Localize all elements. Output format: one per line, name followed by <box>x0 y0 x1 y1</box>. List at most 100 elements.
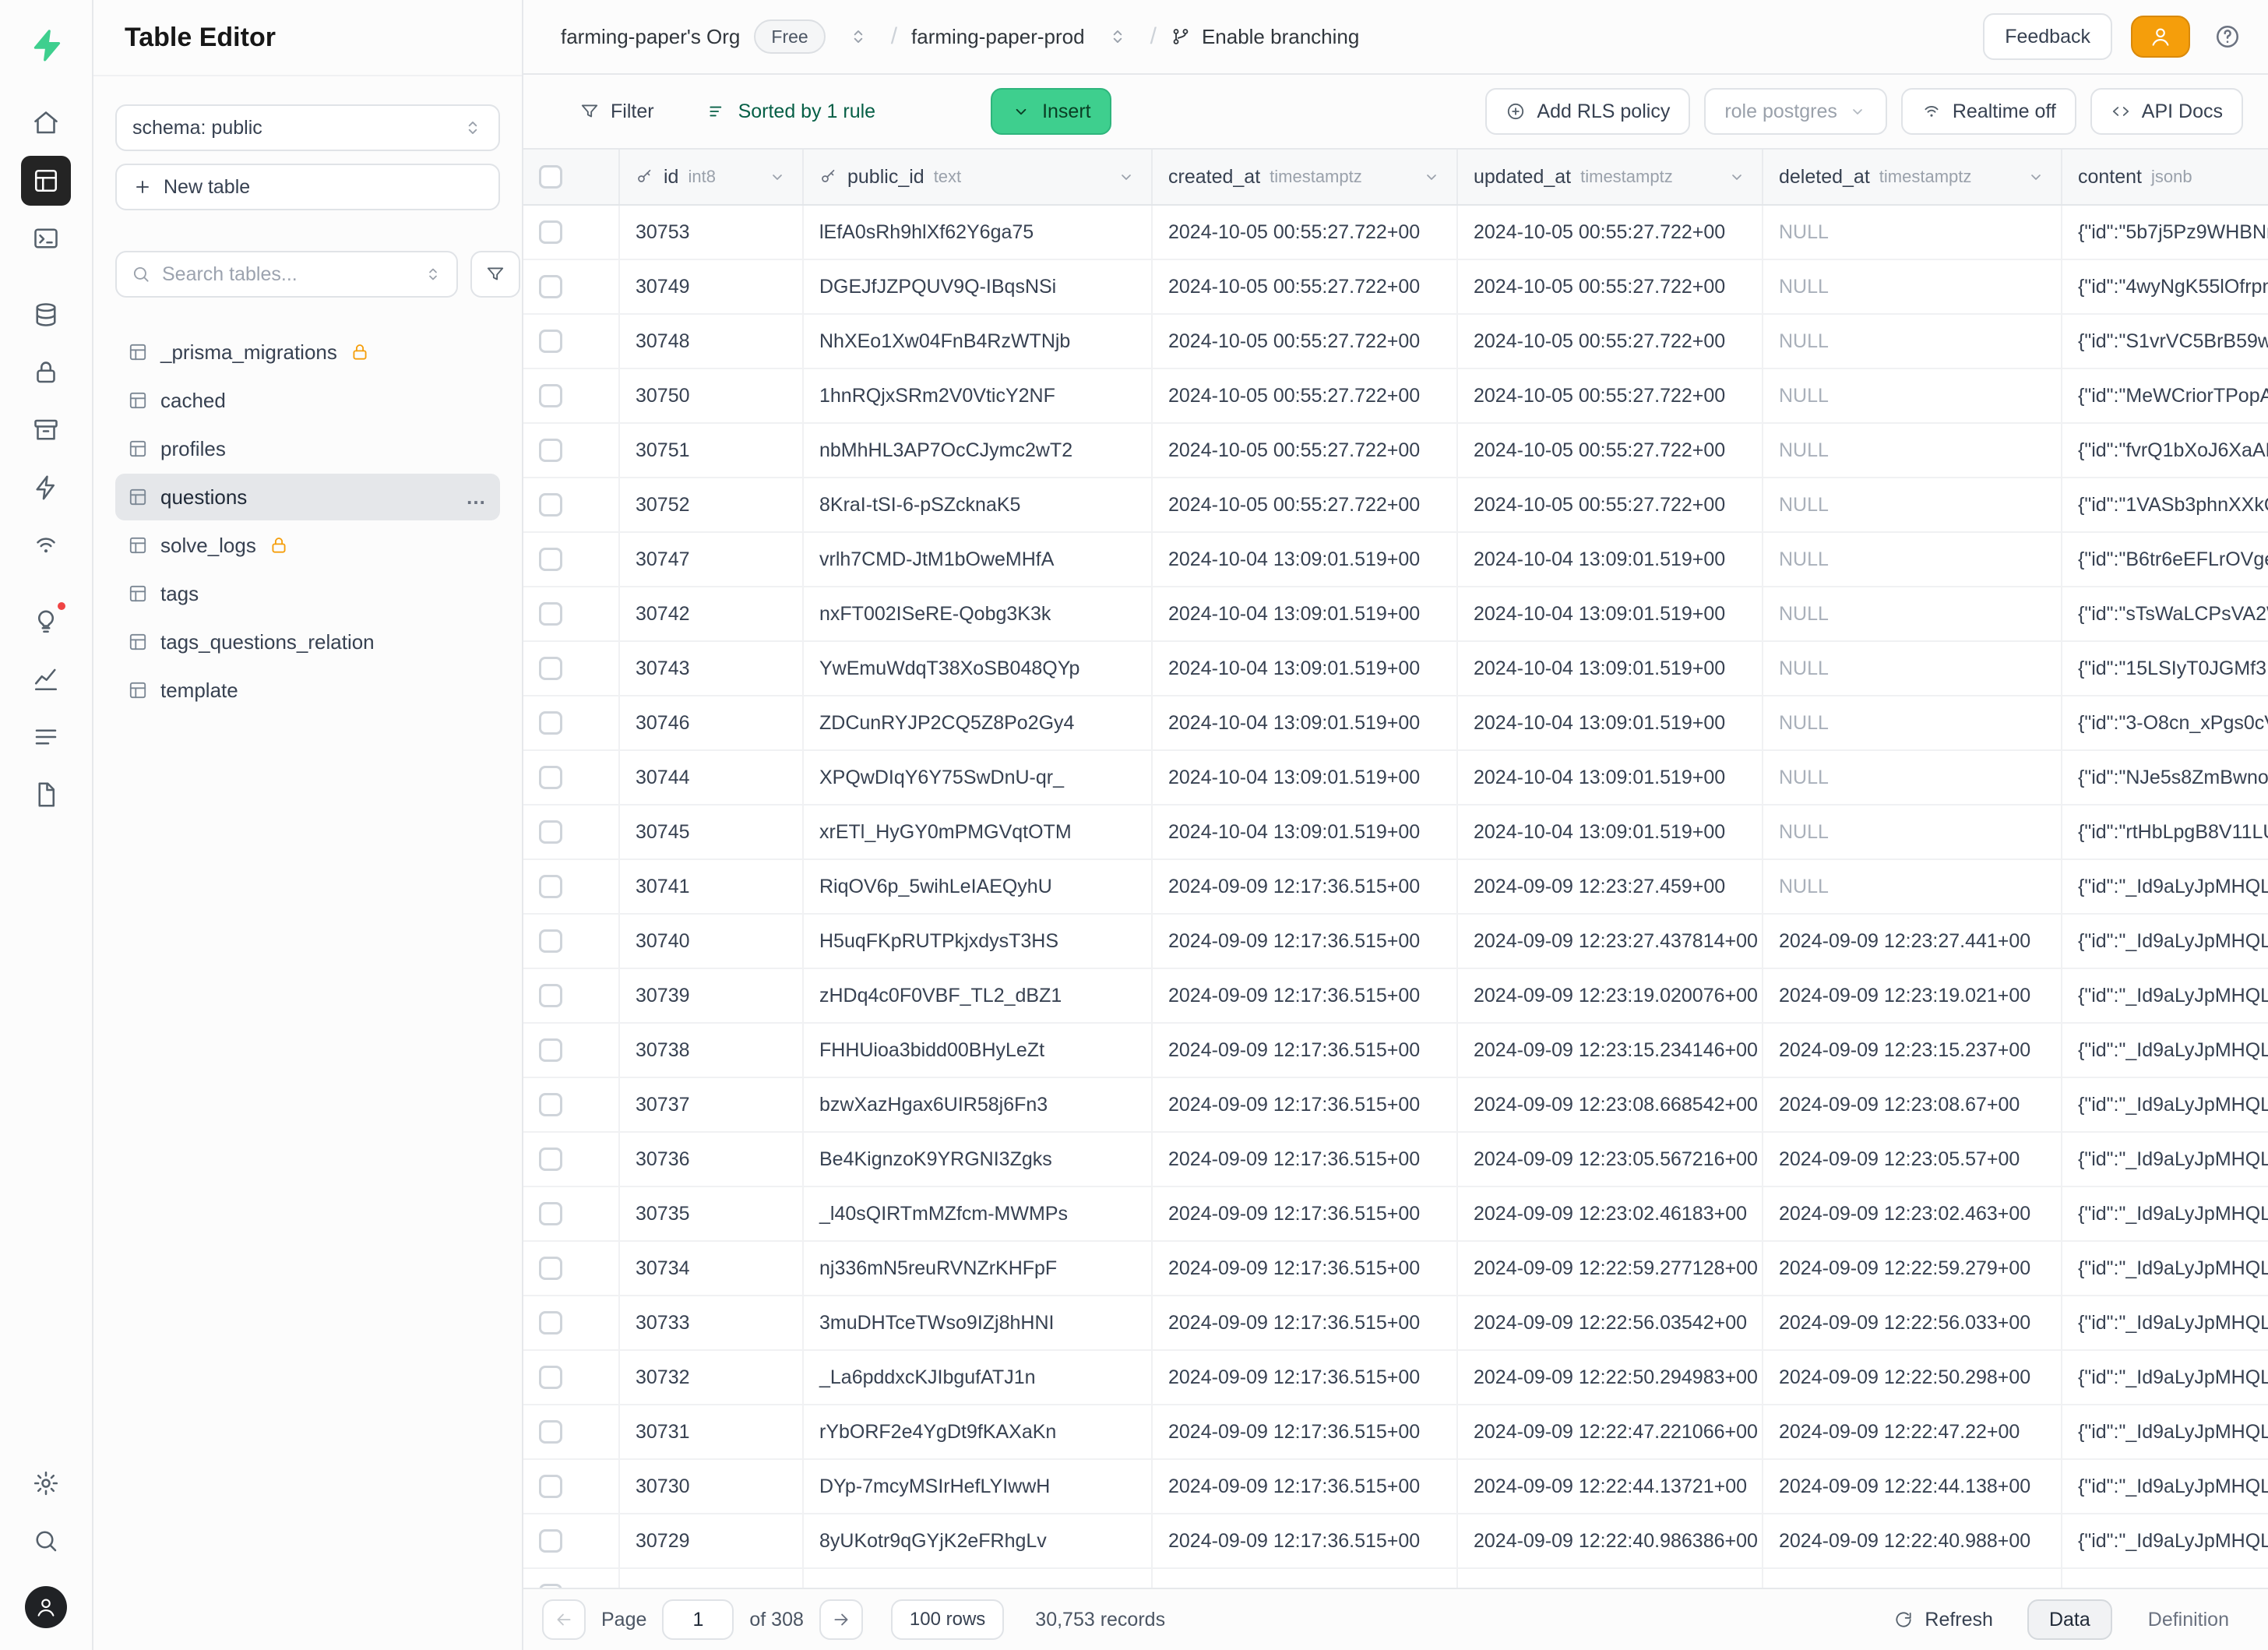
api-docs-button[interactable]: API Docs <box>2090 88 2243 135</box>
cell-created_at[interactable]: 2024-09-09 12:17:36.515+00 <box>1153 1569 1458 1588</box>
sidebar-item-questions[interactable]: questions… <box>115 474 500 520</box>
cell-id[interactable]: 30735 <box>620 1187 804 1240</box>
table-row[interactable]: 30743YwEmuWdqT38XoSB048QYp2024-10-04 13:… <box>523 642 2268 696</box>
cell-created_at[interactable]: 2024-09-09 12:17:36.515+00 <box>1153 1242 1458 1295</box>
cell-created_at[interactable]: 2024-10-05 00:55:27.722+00 <box>1153 206 1458 259</box>
cell-public_id[interactable]: 8yUKotr9qGYjK2eFRhgLv <box>804 1514 1153 1567</box>
cell-id[interactable]: 30738 <box>620 1024 804 1077</box>
row-checkbox[interactable] <box>539 1202 562 1225</box>
user-avatar[interactable] <box>25 1586 67 1628</box>
cell-created_at[interactable]: 2024-09-09 12:17:36.515+00 <box>1153 1187 1458 1240</box>
cell-id[interactable]: 30732 <box>620 1351 804 1404</box>
cell-id[interactable]: 30740 <box>620 915 804 968</box>
cell-deleted_at[interactable]: NULL <box>1763 696 2062 749</box>
rail-reports[interactable] <box>21 654 71 704</box>
org-switcher[interactable] <box>840 18 877 55</box>
table-row[interactable]: 30745xrETl_HyGY0mPMGVqtOTM2024-10-04 13:… <box>523 806 2268 860</box>
cell-content[interactable]: {"id":"_Id9aLyJpMHQLaiQC <box>2062 1351 2268 1404</box>
cell-deleted_at[interactable]: 2024-09-09 12:22:37.958+00 <box>1763 1569 2062 1588</box>
row-checkbox[interactable] <box>539 1038 562 1062</box>
cell-deleted_at[interactable]: 2024-09-09 12:23:08.67+00 <box>1763 1078 2062 1131</box>
table-row[interactable]: 307280L5BAfDaLDl5rQOiqeKPO2024-09-09 12:… <box>523 1569 2268 1588</box>
cell-content[interactable]: {"id":"_Id9aLyJpMHQLaiQC <box>2062 1514 2268 1567</box>
cell-updated_at[interactable]: 2024-10-05 00:55:27.722+00 <box>1458 478 1763 531</box>
rail-table-editor[interactable] <box>21 156 71 206</box>
cell-updated_at[interactable]: 2024-10-04 13:09:01.519+00 <box>1458 642 1763 695</box>
cell-id[interactable]: 30745 <box>620 806 804 858</box>
account-badge[interactable] <box>2131 16 2190 58</box>
cell-content[interactable]: {"id":"_Id9aLyJpMHQLaiQC <box>2062 860 2268 913</box>
supabase-logo[interactable] <box>19 19 72 72</box>
cell-updated_at[interactable]: 2024-10-04 13:09:01.519+00 <box>1458 533 1763 586</box>
definition-tab[interactable]: Definition <box>2128 1599 2249 1640</box>
row-checkbox[interactable] <box>539 548 562 571</box>
table-row[interactable]: 30736Be4KignzoK9YRGNI3Zgks2024-09-09 12:… <box>523 1133 2268 1187</box>
table-row[interactable]: 307501hnRQjxSRm2V0VticY2NF2024-10-05 00:… <box>523 369 2268 424</box>
data-tab[interactable]: Data <box>2027 1599 2112 1640</box>
column-header-id[interactable]: idint8 <box>620 150 804 204</box>
help-button[interactable] <box>2209 18 2246 55</box>
cell-id[interactable]: 30752 <box>620 478 804 531</box>
cell-deleted_at[interactable]: 2024-09-09 12:22:59.279+00 <box>1763 1242 2062 1295</box>
cell-deleted_at[interactable]: 2024-09-09 12:22:47.22+00 <box>1763 1405 2062 1458</box>
row-checkbox[interactable] <box>539 1529 562 1553</box>
cell-content[interactable]: {"id":"sTsWaLCPsVA2WuK2 <box>2062 587 2268 640</box>
cell-content[interactable]: {"id":"5b7j5Pz9WHBNmY_A <box>2062 206 2268 259</box>
cell-updated_at[interactable]: 2024-10-05 00:55:27.722+00 <box>1458 260 1763 313</box>
cell-content[interactable]: {"id":"_Id9aLyJpMHQLaiQC <box>2062 969 2268 1022</box>
rail-home[interactable] <box>21 98 71 148</box>
cell-content[interactable]: {"id":"_Id9aLyJpMHQLaiQC <box>2062 1024 2268 1077</box>
select-all-checkbox[interactable] <box>539 165 562 189</box>
row-checkbox[interactable] <box>539 657 562 680</box>
cell-id[interactable]: 30748 <box>620 315 804 368</box>
cell-content[interactable]: {"id":"_Id9aLyJpMHQLaiQC <box>2062 915 2268 968</box>
cell-id[interactable]: 30750 <box>620 369 804 422</box>
role-select[interactable]: role postgres <box>1704 88 1887 135</box>
cell-created_at[interactable]: 2024-09-09 12:17:36.515+00 <box>1153 1460 1458 1513</box>
table-row[interactable]: 30740H5uqFKpRUTPkjxdysT3HS2024-09-09 12:… <box>523 915 2268 969</box>
row-checkbox[interactable] <box>539 602 562 626</box>
cell-id[interactable]: 30746 <box>620 696 804 749</box>
rail-authentication[interactable] <box>21 347 71 397</box>
cell-public_id[interactable]: vrlh7CMD-JtM1bOweMHfA <box>804 533 1153 586</box>
table-row[interactable]: 30749DGEJfJZPQUV9Q-IBqsNSi2024-10-05 00:… <box>523 260 2268 315</box>
cell-public_id[interactable]: NhXEo1Xw04FnB4RzWTNjb <box>804 315 1153 368</box>
cell-content[interactable]: {"id":"4wyNgK55lOfrpmYZc <box>2062 260 2268 313</box>
cell-id[interactable]: 30736 <box>620 1133 804 1186</box>
cell-created_at[interactable]: 2024-09-09 12:17:36.515+00 <box>1153 1351 1458 1404</box>
cell-created_at[interactable]: 2024-10-05 00:55:27.722+00 <box>1153 369 1458 422</box>
cell-id[interactable]: 30742 <box>620 587 804 640</box>
cell-public_id[interactable]: 3muDHTceTWso9IZj8hHNI <box>804 1296 1153 1349</box>
column-header-created_at[interactable]: created_attimestamptz <box>1153 150 1458 204</box>
cell-content[interactable]: {"id":"NJe5s8ZmBwnoB6e3 <box>2062 751 2268 804</box>
cell-public_id[interactable]: 1hnRQjxSRm2V0VticY2NF <box>804 369 1153 422</box>
cell-public_id[interactable]: DYp-7mcyMSIrHefLYIwwH <box>804 1460 1153 1513</box>
cell-id[interactable]: 30743 <box>620 642 804 695</box>
cell-content[interactable]: {"id":"MeWCriorTPopA4Kc9 <box>2062 369 2268 422</box>
cell-updated_at[interactable]: 2024-09-09 12:22:47.221066+00 <box>1458 1405 1763 1458</box>
table-row[interactable]: 30732_La6pddxcKJIbgufATJ1n2024-09-09 12:… <box>523 1351 2268 1405</box>
search-tables-input[interactable] <box>162 263 413 286</box>
cell-id[interactable]: 30730 <box>620 1460 804 1513</box>
sidebar-item-tags_questions_relation[interactable]: tags_questions_relation <box>115 619 500 665</box>
cell-content[interactable]: {"id":"1VASb3phnXXkQPCp <box>2062 478 2268 531</box>
cell-public_id[interactable]: RiqOV6p_5wihLeIAEQyhU <box>804 860 1153 913</box>
cell-updated_at[interactable]: 2024-09-09 12:22:37.955419+00 <box>1458 1569 1763 1588</box>
row-checkbox[interactable] <box>539 1257 562 1280</box>
cell-content[interactable]: {"id":"_Id9aLyJpMHQLaiQC <box>2062 1242 2268 1295</box>
cell-updated_at[interactable]: 2024-10-05 00:55:27.722+00 <box>1458 206 1763 259</box>
cell-id[interactable]: 30728 <box>620 1569 804 1588</box>
cell-created_at[interactable]: 2024-10-04 13:09:01.519+00 <box>1153 642 1458 695</box>
row-checkbox[interactable] <box>539 220 562 244</box>
cell-created_at[interactable]: 2024-09-09 12:17:36.515+00 <box>1153 915 1458 968</box>
table-row[interactable]: 30731rYbORF2e4YgDt9fKAXaKn2024-09-09 12:… <box>523 1405 2268 1460</box>
chevron-down-icon[interactable] <box>1117 167 1136 186</box>
table-row[interactable]: 30730DYp-7mcyMSIrHefLYIwwH2024-09-09 12:… <box>523 1460 2268 1514</box>
row-checkbox[interactable] <box>539 929 562 953</box>
chevron-down-icon[interactable] <box>2027 167 2045 186</box>
cell-deleted_at[interactable]: NULL <box>1763 478 2062 531</box>
table-row[interactable]: 307298yUKotr9qGYjK2eFRhgLv2024-09-09 12:… <box>523 1514 2268 1569</box>
cell-content[interactable]: {"id":"S1vrVC5BrB59wqcM4 <box>2062 315 2268 368</box>
cell-created_at[interactable]: 2024-09-09 12:17:36.515+00 <box>1153 1296 1458 1349</box>
cell-updated_at[interactable]: 2024-09-09 12:22:59.277128+00 <box>1458 1242 1763 1295</box>
